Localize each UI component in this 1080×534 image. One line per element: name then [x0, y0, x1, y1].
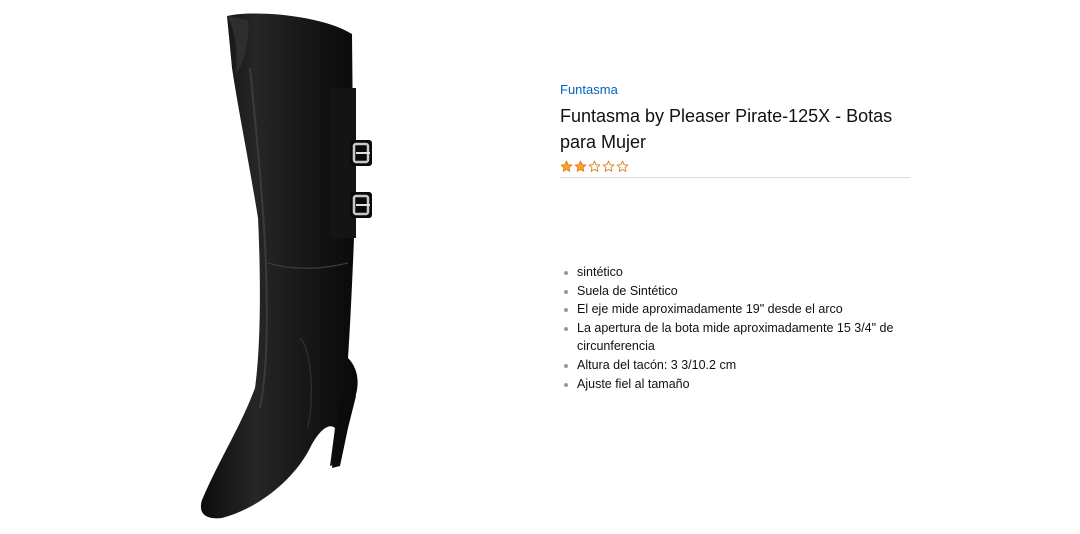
product-image[interactable]	[180, 8, 410, 526]
feature-item: Altura del tacón: 3 3/10.2 cm	[560, 356, 920, 375]
star-empty-icon	[602, 160, 615, 172]
star-rating[interactable]	[560, 157, 912, 175]
buckle-top	[350, 140, 372, 166]
boot-image	[200, 13, 372, 519]
feature-item: El eje mide aproximadamente 19" desde el…	[560, 300, 920, 319]
product-details: Funtasma Funtasma by Pleaser Pirate-125X…	[560, 82, 912, 178]
divider	[560, 177, 910, 178]
feature-item: Ajuste fiel al tamaño	[560, 375, 920, 394]
star-filled-icon	[574, 160, 587, 172]
feature-item: La apertura de la bota mide aproximadame…	[560, 319, 920, 356]
product-title: Funtasma by Pleaser Pirate-125X - Botas …	[560, 106, 893, 152]
feature-item: sintético	[560, 263, 920, 282]
star-filled-icon	[560, 160, 573, 172]
brand-link[interactable]: Funtasma	[560, 82, 912, 98]
feature-item: Suela de Sintético	[560, 282, 920, 301]
buckle-bottom	[350, 192, 372, 218]
star-empty-icon	[588, 160, 601, 172]
feature-bullets: sintético Suela de Sintético El eje mide…	[560, 263, 920, 393]
star-empty-icon	[616, 160, 629, 172]
